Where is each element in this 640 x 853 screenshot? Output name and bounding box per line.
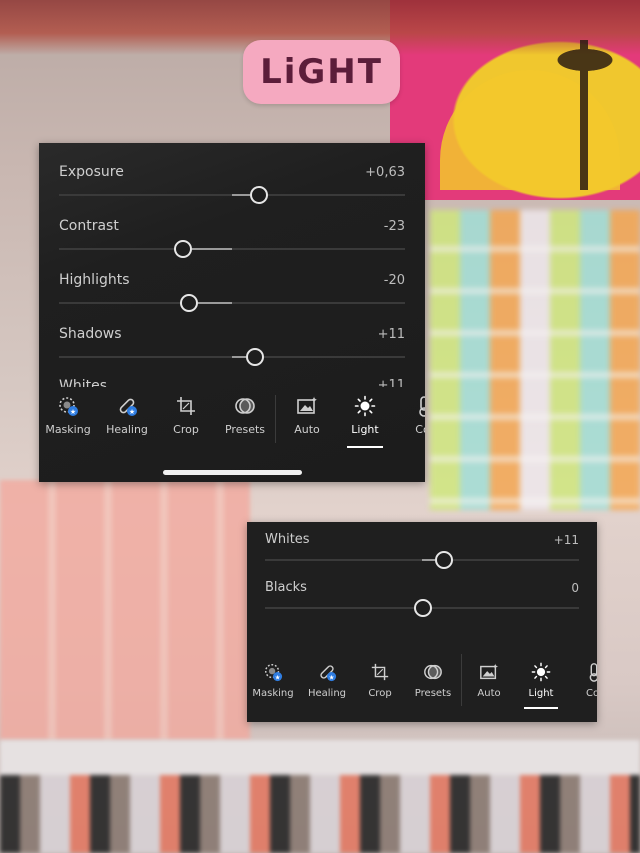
slider-fill	[232, 194, 250, 196]
product-shelf-left	[0, 480, 250, 740]
product-shelf-right	[430, 210, 640, 510]
tool-color[interactable]: Col	[409, 395, 425, 436]
product-shelf-bottom	[0, 740, 640, 853]
toolbar-divider	[275, 395, 276, 443]
tool-strip: ★ Masking ★ Healing Crop Presets ✦ Auto …	[39, 395, 425, 455]
auto-icon: ✦	[297, 396, 318, 414]
light-icon	[354, 395, 376, 417]
slider-thumb[interactable]	[435, 551, 453, 569]
svg-text:★: ★	[70, 408, 76, 416]
tool-auto[interactable]: ✦ Auto	[475, 662, 503, 699]
presets-icon	[235, 398, 255, 414]
tool-label: Healing	[106, 423, 148, 436]
slider-value: -20	[383, 273, 405, 288]
slider-value: -23	[383, 219, 405, 234]
active-tool-underline	[524, 707, 558, 709]
tool-crop[interactable]: Crop	[365, 662, 395, 699]
slider-label: Exposure	[59, 164, 124, 180]
slider-thumb[interactable]	[174, 240, 192, 258]
palm-tree-mural	[540, 40, 630, 190]
light-panel-top: Exposure +0,63 Contrast -23 Highlights -…	[39, 143, 425, 482]
color-icon	[419, 396, 425, 417]
slider-label: Whites	[59, 378, 108, 387]
slider-label: Blacks	[265, 580, 307, 595]
toolbar-divider	[461, 654, 462, 706]
tool-label: Masking	[45, 423, 91, 436]
presets-icon	[424, 664, 442, 680]
slider-exposure[interactable]: Exposure +0,63	[39, 161, 425, 215]
active-tool-underline	[347, 446, 383, 448]
tool-label: Masking	[252, 688, 294, 699]
title-sticker: LiGHT	[243, 40, 400, 104]
color-icon	[589, 663, 597, 682]
tool-label: Healing	[307, 688, 347, 699]
svg-text:✦: ✦	[310, 396, 318, 406]
slider-label: Contrast	[59, 218, 119, 234]
slider-label: Whites	[265, 532, 310, 547]
slider-thumb[interactable]	[246, 348, 264, 366]
slider-value: +0,63	[365, 165, 405, 180]
masking-icon: ★	[59, 397, 78, 416]
slider-track[interactable]	[59, 302, 405, 304]
auto-icon: ✦	[480, 662, 499, 680]
masking-icon: ★	[265, 664, 283, 681]
tool-light[interactable]: Light	[527, 662, 555, 699]
tool-crop[interactable]: Crop	[169, 395, 203, 436]
tool-masking[interactable]: ★ Masking	[45, 395, 91, 436]
crop-icon	[177, 397, 195, 415]
slider-shadows[interactable]: Shadows +11	[39, 323, 425, 377]
slider-label: Highlights	[59, 272, 130, 288]
tool-light[interactable]: Light	[349, 395, 381, 436]
tool-presets[interactable]: Presets	[415, 662, 451, 699]
light-panel-bottom: Whites +11 Blacks 0 ★ Masking ★ Healing …	[247, 522, 597, 722]
slider-thumb[interactable]	[250, 186, 268, 204]
slider-blacks[interactable]: Blacks 0	[247, 578, 597, 632]
page-title: LiGHT	[260, 52, 383, 92]
slider-value: 0	[571, 581, 579, 595]
tool-label: Col	[586, 688, 597, 699]
slider-track[interactable]	[59, 248, 405, 250]
tool-auto[interactable]: ✦ Auto	[292, 395, 322, 436]
slider-fill	[422, 559, 435, 561]
healing-icon: ★	[119, 398, 137, 416]
slider-thumb[interactable]	[180, 294, 198, 312]
slider-thumb[interactable]	[414, 599, 432, 617]
slider-value: +11	[377, 378, 405, 387]
home-indicator[interactable]	[163, 470, 302, 475]
tool-masking[interactable]: ★ Masking	[252, 662, 294, 699]
slider-fill	[198, 302, 232, 304]
light-icon	[531, 662, 551, 682]
healing-icon: ★	[320, 665, 337, 681]
slider-whites[interactable]: Whites +11	[247, 530, 597, 584]
slider-value: +11	[553, 533, 579, 547]
tool-color[interactable]: Col	[581, 662, 597, 699]
slider-label: Shadows	[59, 326, 122, 342]
tool-label: Light	[351, 423, 379, 436]
tool-strip: ★ Masking ★ Healing Crop Presets ✦ Auto …	[247, 654, 597, 718]
slider-value: +11	[377, 327, 405, 342]
tool-label: Col	[415, 423, 425, 436]
sunset-mural	[440, 70, 620, 190]
tool-label: Auto	[477, 688, 501, 699]
svg-text:★: ★	[275, 674, 281, 681]
slider-fill	[192, 248, 232, 250]
slider-fill	[232, 356, 246, 358]
tool-label: Light	[528, 688, 554, 699]
tool-label: Crop	[173, 423, 199, 436]
tool-label: Presets	[224, 423, 266, 436]
svg-text:✦: ✦	[492, 662, 499, 671]
tool-label: Crop	[368, 688, 392, 699]
slider-whites-partial[interactable]: Whites +11	[39, 377, 425, 387]
svg-text:★: ★	[129, 408, 135, 416]
slider-contrast[interactable]: Contrast -23	[39, 215, 425, 269]
tool-healing[interactable]: ★ Healing	[307, 662, 347, 699]
tool-label: Presets	[414, 688, 452, 699]
tool-presets[interactable]: Presets	[225, 395, 265, 436]
tool-label: Auto	[294, 423, 320, 436]
crop-icon	[371, 663, 389, 681]
tool-healing[interactable]: ★ Healing	[105, 395, 149, 436]
svg-text:★: ★	[329, 674, 335, 681]
slider-highlights[interactable]: Highlights -20	[39, 269, 425, 323]
